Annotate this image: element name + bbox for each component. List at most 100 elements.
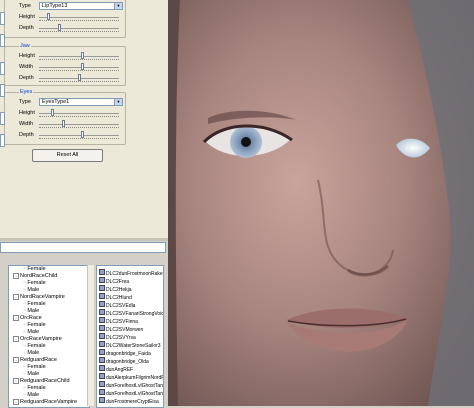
cut-off-control[interactable] bbox=[0, 62, 5, 75]
lips-height-slider[interactable] bbox=[39, 13, 119, 20]
reset-all-button[interactable]: Reset All bbox=[32, 149, 103, 162]
tree-node[interactable]: ┈Female bbox=[23, 343, 46, 350]
npc-icon bbox=[99, 397, 105, 403]
eyes-width-label: Width bbox=[19, 121, 34, 127]
face-render bbox=[168, 0, 474, 406]
cut-off-control[interactable] bbox=[0, 34, 5, 47]
tree-node-label: Female bbox=[27, 322, 46, 328]
face-3d-viewport[interactable] bbox=[168, 0, 474, 406]
tree-node[interactable]: - OrcRaceVampire bbox=[13, 336, 62, 343]
tree-node[interactable]: - OrcRace bbox=[13, 315, 42, 322]
cut-off-control[interactable] bbox=[0, 134, 5, 147]
filter-field[interactable] bbox=[0, 242, 166, 253]
tree-branch-icon: ┈ bbox=[23, 385, 27, 391]
tree-node-label: RedguardRace bbox=[20, 357, 57, 363]
chevron-down-icon[interactable]: ▼ bbox=[114, 3, 122, 9]
eyes-depth-thumb[interactable] bbox=[81, 131, 85, 138]
jaw-depth-label: Depth bbox=[19, 75, 34, 81]
jaw-group-title: Jaw bbox=[19, 43, 31, 49]
tree-node-label: Male bbox=[27, 308, 40, 314]
tree-node[interactable]: ┈Female bbox=[23, 385, 46, 392]
tree-node[interactable]: ┈Female bbox=[23, 266, 46, 273]
eyes-group-title: Eyes bbox=[19, 89, 34, 95]
list-item-label: dunFrostmereCryptEisa bbox=[106, 399, 159, 405]
eyes-depth-slider[interactable] bbox=[39, 131, 119, 138]
jaw-width-slider[interactable] bbox=[39, 63, 119, 70]
eyes-group: Eyes Type EyesType1 ▼ Height Width Depth bbox=[4, 89, 126, 145]
tree-node-label: Female bbox=[27, 280, 46, 286]
tree-node-label: OrcRace bbox=[20, 315, 42, 321]
cut-off-control[interactable] bbox=[0, 84, 5, 97]
collapse-icon[interactable]: - bbox=[13, 336, 19, 342]
eyes-depth-label: Depth bbox=[19, 132, 34, 138]
eyes-width-slider[interactable] bbox=[39, 120, 119, 127]
tree-node[interactable]: ┈Female bbox=[23, 322, 46, 329]
collapse-icon[interactable]: - bbox=[13, 357, 19, 363]
jaw-depth-slider[interactable] bbox=[39, 74, 119, 81]
tree-node[interactable]: - RedguardRaceVampire bbox=[13, 399, 77, 406]
collapse-icon[interactable]: - bbox=[13, 315, 19, 321]
collapse-icon[interactable]: - bbox=[13, 399, 19, 405]
tree-node[interactable]: - RedguardRaceChild bbox=[13, 378, 70, 385]
jaw-depth-thumb[interactable] bbox=[77, 74, 81, 81]
chevron-down-icon[interactable]: ▼ bbox=[114, 99, 122, 105]
tree-node[interactable]: ┈Male bbox=[23, 329, 39, 336]
jaw-width-thumb[interactable] bbox=[81, 63, 85, 70]
eyes-width-thumb[interactable] bbox=[62, 120, 66, 127]
jaw-height-label: Height bbox=[19, 53, 35, 59]
npc-icon bbox=[99, 277, 105, 283]
jaw-group: Jaw Height Width Depth bbox=[4, 43, 126, 86]
tree-scrollbar[interactable] bbox=[87, 265, 94, 406]
slider-ticks bbox=[39, 31, 119, 33]
lips-depth-slider[interactable] bbox=[39, 24, 119, 31]
tree-node[interactable]: - NordRaceChild bbox=[13, 273, 57, 280]
npc-icon bbox=[99, 365, 105, 371]
tree-node[interactable]: - RedguardRace bbox=[13, 357, 57, 364]
slider-ticks bbox=[39, 59, 119, 61]
tree-node[interactable]: ┈Male bbox=[23, 371, 39, 378]
npc-list[interactable]: DLC2dunFrostmoonRakel DLC2Frea DLC2Hekja DL… bbox=[96, 265, 164, 408]
npc-icon bbox=[99, 325, 105, 331]
collapse-icon[interactable]: - bbox=[13, 273, 19, 279]
tree-node-label: Male bbox=[27, 371, 40, 377]
tree-node[interactable]: ┈Female bbox=[23, 301, 46, 308]
eyes-type-label: Type bbox=[19, 99, 31, 105]
lips-depth-thumb[interactable] bbox=[58, 24, 62, 31]
tree-branch-icon: ┈ bbox=[23, 350, 27, 356]
jaw-height-slider[interactable] bbox=[39, 52, 119, 59]
tree-node[interactable]: ┈Male bbox=[23, 392, 39, 399]
tree-node[interactable]: ┈Female bbox=[23, 364, 46, 371]
eyes-height-slider[interactable] bbox=[39, 109, 119, 116]
jaw-width-label: Width bbox=[19, 64, 34, 70]
list-item[interactable]: dunFrostmereCryptEisa bbox=[99, 397, 159, 406]
splitter[interactable] bbox=[0, 238, 168, 241]
tree-node[interactable]: ┈Male bbox=[23, 308, 39, 315]
tree-node[interactable]: ┈Male bbox=[23, 350, 39, 357]
tree-node-label: OrcRaceVampire bbox=[20, 336, 62, 342]
tree-branch-icon: ┈ bbox=[23, 392, 27, 398]
slider-ticks bbox=[39, 70, 119, 72]
tree-node[interactable]: ┈Female bbox=[23, 280, 46, 287]
jaw-height-thumb[interactable] bbox=[81, 52, 85, 59]
tree-node-label: Female bbox=[27, 364, 46, 370]
npc-icon bbox=[99, 389, 105, 395]
tree-node[interactable]: ┈Male bbox=[23, 287, 39, 294]
eyes-height-thumb[interactable] bbox=[50, 109, 54, 116]
lips-height-thumb[interactable] bbox=[46, 13, 50, 20]
lips-type-select[interactable]: LipType13 ▼ bbox=[39, 2, 123, 10]
tree-node-label: NordRaceChild bbox=[20, 273, 58, 279]
tree-branch-icon: ┈ bbox=[23, 322, 27, 328]
cut-off-control[interactable] bbox=[0, 12, 5, 25]
slider-ticks bbox=[39, 20, 119, 22]
tree-branch-icon: ┈ bbox=[23, 301, 27, 307]
tree-node[interactable]: - NordRaceVampire bbox=[13, 294, 65, 301]
race-tree[interactable]: ┈Female - NordRaceChild ┈Female ┈Male - NordRa… bbox=[8, 265, 90, 408]
collapse-icon[interactable]: - bbox=[13, 378, 19, 384]
tree-branch-icon: ┈ bbox=[23, 343, 27, 349]
npc-icon bbox=[99, 269, 105, 275]
collapse-icon[interactable]: - bbox=[13, 294, 19, 300]
cut-off-control[interactable] bbox=[0, 112, 5, 125]
tree-branch-icon: ┈ bbox=[23, 266, 27, 272]
eyes-type-select[interactable]: EyesType1 ▼ bbox=[39, 98, 123, 106]
tree-node-label: Male bbox=[27, 350, 40, 356]
